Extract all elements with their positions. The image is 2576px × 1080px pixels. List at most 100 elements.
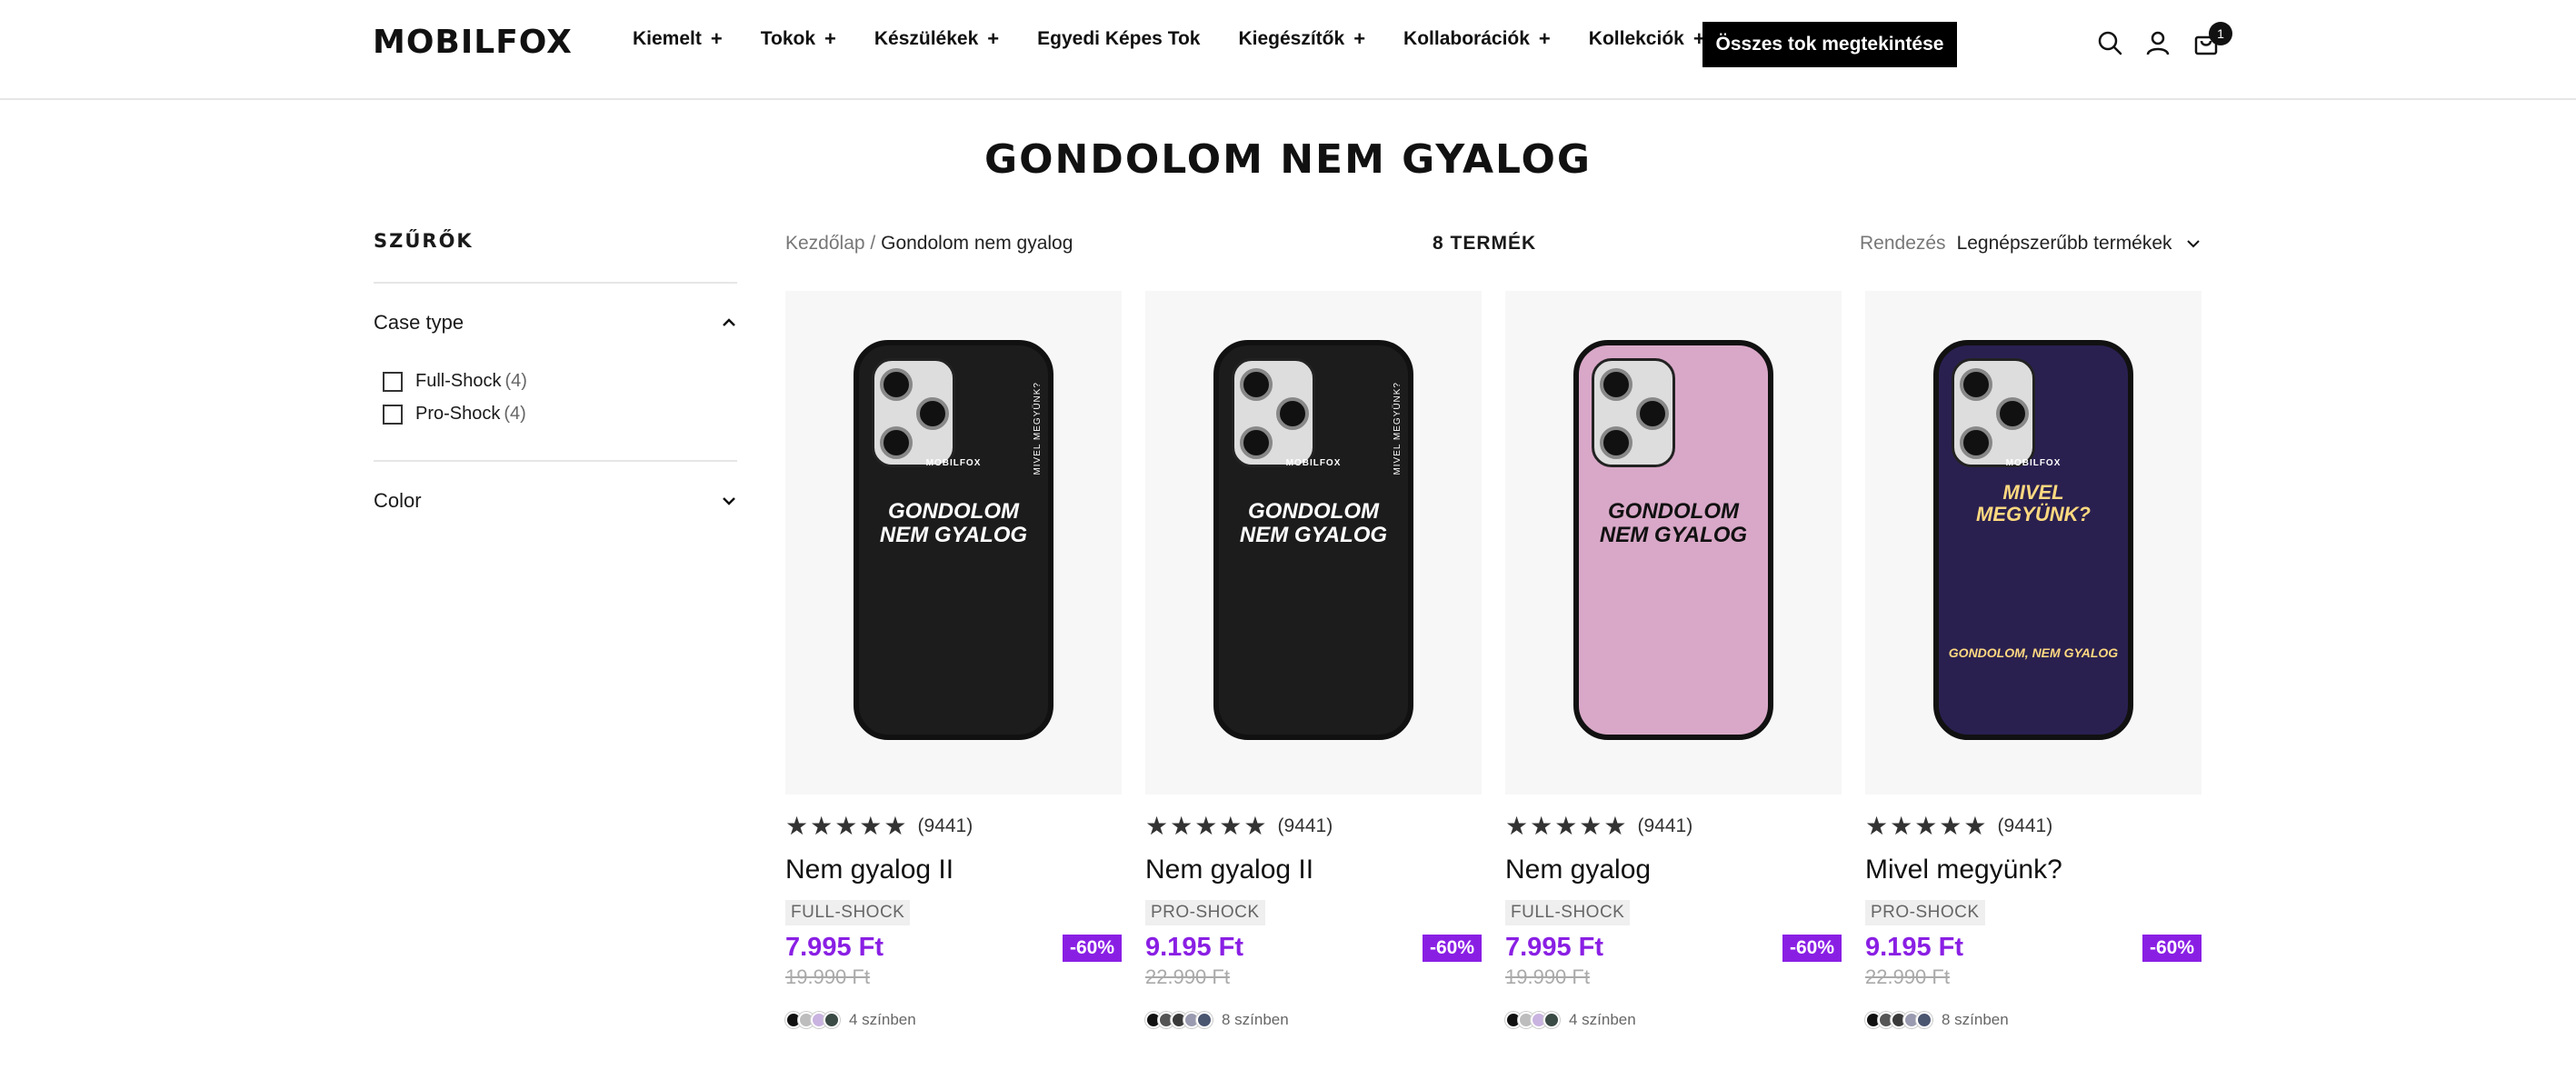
filter-option-pro-shock[interactable]: Pro-Shock (4) bbox=[383, 404, 526, 425]
camera-module bbox=[1232, 358, 1315, 467]
all-cases-button[interactable]: Összes tok megtekintése bbox=[1702, 22, 1957, 67]
color-swatches[interactable]: 8 színben bbox=[1145, 1011, 1289, 1029]
nav-item[interactable]: Kiegészítők + bbox=[1238, 27, 1365, 51]
sale-price: 9.195 Ft bbox=[1865, 933, 1963, 962]
camera-module bbox=[1592, 358, 1675, 467]
sort-control[interactable]: Rendezés Legnépszerűbb termékek bbox=[1860, 233, 2202, 255]
original-price: 22.990 Ft bbox=[1865, 965, 1950, 988]
side-text: MIVEL MEGYÜNK? bbox=[1033, 382, 1043, 475]
case-type-tag: PRO-SHOCK bbox=[1145, 900, 1265, 925]
case-art-text: GONDOLOM NEM GYALOG bbox=[1239, 499, 1388, 548]
star-icons: ★★★★★ bbox=[1505, 812, 1629, 840]
nav-item[interactable]: Kiemelt + bbox=[633, 27, 723, 51]
product-image[interactable]: MOBILFOX MIVEL MEGYÜNK? GONDOLOM, NEM GY… bbox=[1865, 291, 2202, 795]
case-art-text: GONDOLOM NEM GYALOG bbox=[1599, 499, 1748, 548]
color-swatches[interactable]: 4 színben bbox=[785, 1011, 916, 1029]
product-card[interactable]: MOBILFOX MIVEL MEGYÜNK? GONDOLOM NEM GYA… bbox=[1145, 291, 1482, 1036]
color-swatch[interactable] bbox=[1196, 1012, 1213, 1028]
product-card[interactable]: GONDOLOM NEM GYALOG ★★★★★ (9441) Nem gya… bbox=[1505, 291, 1842, 1036]
filter-color-toggle[interactable]: Color bbox=[374, 489, 737, 513]
color-swatch[interactable] bbox=[1543, 1012, 1560, 1028]
discount-badge: -60% bbox=[1782, 935, 1842, 962]
color-swatch[interactable] bbox=[1916, 1012, 1932, 1028]
case-brand: MOBILFOX bbox=[925, 458, 982, 468]
product-title[interactable]: Nem gyalog II bbox=[1145, 855, 1313, 885]
rating: ★★★★★ (9441) bbox=[1505, 811, 1692, 841]
camera-lens bbox=[1636, 397, 1669, 430]
sort-select[interactable]: Legnépszerűbb termékek bbox=[1957, 233, 2172, 255]
case-type-tag: FULL-SHOCK bbox=[1505, 900, 1631, 925]
product-card[interactable]: MOBILFOX MIVEL MEGYÜNK? GONDOLOM, NEM GY… bbox=[1865, 291, 2202, 1036]
product-image[interactable]: MOBILFOX MIVEL MEGYÜNK? GONDOLOM NEM GYA… bbox=[785, 291, 1122, 795]
camera-lens bbox=[1600, 368, 1632, 401]
checkbox[interactable] bbox=[383, 404, 403, 425]
camera-lens bbox=[1960, 368, 1992, 401]
nav-item[interactable]: Kollekciók + bbox=[1589, 27, 1705, 51]
cart-count-badge: 1 bbox=[2209, 22, 2232, 45]
nav-item[interactable]: Tokok + bbox=[761, 27, 836, 51]
nav-item-label: Kiegészítők bbox=[1238, 28, 1345, 49]
nav-item-label: Kollaborációk bbox=[1403, 28, 1530, 49]
filter-case-type-toggle[interactable]: Case type bbox=[374, 311, 737, 335]
camera-lens bbox=[1960, 426, 1992, 459]
case-brand: MOBILFOX bbox=[2005, 458, 2062, 468]
product-image[interactable]: MOBILFOX MIVEL MEGYÜNK? GONDOLOM NEM GYA… bbox=[1145, 291, 1482, 795]
filter-label: Case type bbox=[374, 311, 464, 334]
plus-icon: + bbox=[1353, 27, 1366, 50]
breadcrumb-current: Gondolom nem gyalog bbox=[881, 233, 1073, 254]
case-brand: MOBILFOX bbox=[1285, 458, 1342, 468]
original-price: 22.990 Ft bbox=[1145, 965, 1230, 988]
nav-item[interactable]: Egyedi Képes Tok bbox=[1037, 28, 1200, 50]
logo[interactable]: MOBILFOX bbox=[373, 24, 573, 61]
camera-lens bbox=[1600, 426, 1632, 459]
discount-badge: -60% bbox=[1422, 935, 1482, 962]
plus-icon: + bbox=[710, 27, 723, 50]
page-title: GONDOLOM NEM GYALOG bbox=[983, 136, 1593, 183]
product-title[interactable]: Nem gyalog II bbox=[785, 855, 954, 885]
rating-count: (9441) bbox=[1277, 815, 1333, 836]
rating: ★★★★★ (9441) bbox=[785, 811, 973, 841]
camera-lens bbox=[880, 368, 913, 401]
product-title[interactable]: Mivel megyünk? bbox=[1865, 855, 2062, 885]
colors-count: 8 színben bbox=[1222, 1011, 1289, 1028]
color-swatches[interactable]: 8 színben bbox=[1865, 1011, 2009, 1029]
sort-label: Rendezés bbox=[1860, 233, 1946, 254]
rating-count: (9441) bbox=[1637, 815, 1693, 836]
option-count: (4) bbox=[504, 371, 527, 391]
product-card[interactable]: MOBILFOX MIVEL MEGYÜNK? GONDOLOM NEM GYA… bbox=[785, 291, 1122, 1036]
color-swatches[interactable]: 4 színben bbox=[1505, 1011, 1636, 1029]
search-icon[interactable] bbox=[2096, 29, 2123, 56]
option-label: Pro-Shock bbox=[415, 404, 501, 424]
plus-icon: + bbox=[987, 27, 1000, 50]
color-swatch[interactable] bbox=[824, 1012, 840, 1028]
art-subtext: GONDOLOM, NEM GYALOG bbox=[1948, 645, 2119, 660]
camera-module bbox=[1952, 358, 2035, 467]
breadcrumb-home[interactable]: Kezdőlap bbox=[785, 233, 865, 254]
case-type-tag: FULL-SHOCK bbox=[785, 900, 911, 925]
camera-lens bbox=[1240, 426, 1273, 459]
chevron-down-icon[interactable] bbox=[2185, 235, 2202, 252]
product-title[interactable]: Nem gyalog bbox=[1505, 855, 1651, 885]
camera-lens bbox=[916, 397, 949, 430]
nav-item-label: Készülékek bbox=[874, 28, 979, 49]
account-icon[interactable] bbox=[2144, 29, 2172, 56]
checkbox[interactable] bbox=[383, 371, 403, 392]
camera-lens bbox=[1240, 368, 1273, 401]
camera-lens bbox=[1996, 397, 2029, 430]
rating: ★★★★★ (9441) bbox=[1145, 811, 1333, 841]
filter-option-full-shock[interactable]: Full-Shock (4) bbox=[383, 371, 527, 392]
rating-count: (9441) bbox=[917, 815, 973, 836]
nav-item-label: Egyedi Képes Tok bbox=[1037, 28, 1201, 49]
rating: ★★★★★ (9441) bbox=[1865, 811, 2052, 841]
main-nav: Kiemelt + Tokok + Készülékek + Egyedi Képes To… bbox=[633, 27, 1743, 51]
nav-item-label: Tokok bbox=[760, 28, 816, 49]
option-count: (4) bbox=[504, 404, 526, 424]
nav-item[interactable]: Kollaborációk + bbox=[1403, 27, 1551, 51]
star-icons: ★★★★★ bbox=[1865, 812, 1989, 840]
camera-lens bbox=[880, 426, 913, 459]
sale-price: 7.995 Ft bbox=[785, 933, 884, 962]
phone-case-image: MOBILFOX MIVEL MEGYÜNK? GONDOLOM NEM GYA… bbox=[854, 340, 1053, 740]
product-image[interactable]: GONDOLOM NEM GYALOG bbox=[1505, 291, 1842, 795]
nav-item[interactable]: Készülékek + bbox=[874, 27, 999, 51]
phone-case-image: MOBILFOX MIVEL MEGYÜNK? GONDOLOM, NEM GY… bbox=[1933, 340, 2133, 740]
